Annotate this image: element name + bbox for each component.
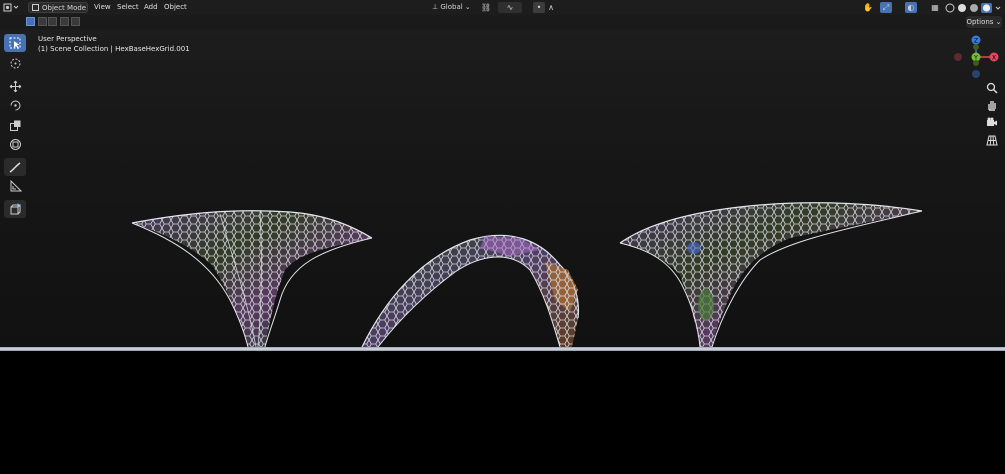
scene-canvas xyxy=(131,202,923,348)
blender-3d-viewport[interactable]: Object Mode ⌄ View Select Add Object ⊥ G… xyxy=(0,0,1005,474)
hex-arch-middle xyxy=(361,234,580,348)
ground-plane xyxy=(0,347,1005,351)
hex-funnel-right xyxy=(619,202,923,348)
hex-funnel-left xyxy=(131,209,373,348)
